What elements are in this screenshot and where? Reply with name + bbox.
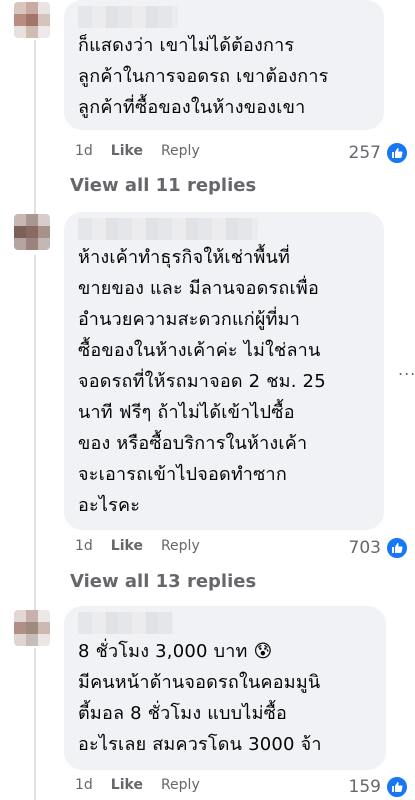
thumbs-up-icon [385,775,409,799]
reaction-summary[interactable]: 703 [349,536,409,560]
comment-time[interactable]: 1d [75,538,93,554]
like-button[interactable]: Like [111,538,143,554]
view-replies-link[interactable]: View all 13 replies [70,571,256,592]
reply-button[interactable]: Reply [161,777,200,793]
author-name-blurred[interactable] [78,612,173,634]
author-name-blurred[interactable] [78,6,178,28]
comment-bubble: ห้างเค้าทำธุรกิจให้เช่าพื้นที่ ขายของ แล… [64,212,384,530]
comment-text: ห้างเค้าทำธุรกิจให้เช่าพื้นที่ ขายของ แล… [78,247,326,516]
comment-time[interactable]: 1d [75,143,93,159]
more-options-icon[interactable]: ... [398,360,415,379]
reaction-summary[interactable]: 159 [349,775,409,799]
reply-button[interactable]: Reply [161,143,200,159]
thumbs-up-icon [385,141,409,165]
comment-actions: 1d Like Reply [75,777,200,793]
avatar[interactable] [14,214,50,250]
reaction-count: 703 [348,538,381,558]
reaction-count: 159 [348,777,381,797]
comment-text: ก็แสดงว่า เขาไม่ได้ต้องการ ลูกค้าในการจอ… [78,35,329,118]
comment-bubble: 8 ชั่วโมง 3,000 บาท 😰 มีคนหน้าด้านจอดรถใ… [64,606,386,770]
author-name-blurred[interactable] [78,218,258,240]
comment-actions: 1d Like Reply [75,538,200,554]
thread-line [34,648,36,800]
avatar[interactable] [14,610,50,646]
view-replies-link[interactable]: View all 11 replies [70,175,256,196]
comment-actions: 1d Like Reply [75,143,200,159]
comment-text: 8 ชั่วโมง 3,000 บาท 😰 มีคนหน้าด้านจอดรถใ… [78,641,322,755]
thread-line [34,255,36,620]
reply-button[interactable]: Reply [161,538,200,554]
like-button[interactable]: Like [111,143,143,159]
reaction-summary[interactable]: 257 [349,141,409,165]
avatar[interactable] [14,2,50,38]
thread-line [34,40,36,220]
thumbs-up-icon [385,536,409,560]
like-button[interactable]: Like [111,777,143,793]
reaction-count: 257 [348,143,381,163]
comment-time[interactable]: 1d [75,777,93,793]
comment-bubble: ก็แสดงว่า เขาไม่ได้ต้องการ ลูกค้าในการจอ… [64,0,384,130]
